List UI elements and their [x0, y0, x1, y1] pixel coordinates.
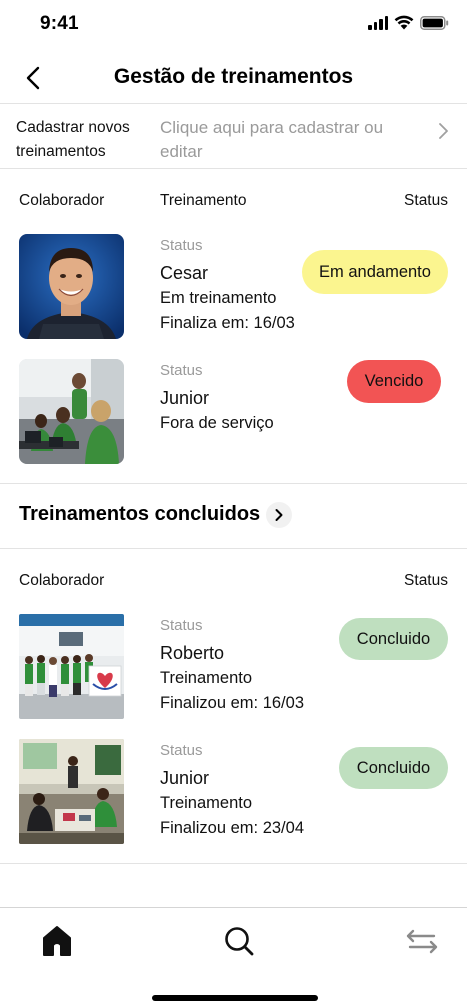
training-state: Treinamento: [160, 669, 253, 687]
tab-transfer[interactable]: [404, 923, 440, 959]
search-icon: [225, 927, 254, 956]
training-info: Status Junior Treinamento Finalizou em: …: [160, 741, 304, 841]
chevron-right-icon: [275, 509, 283, 521]
column-header-status: Status: [404, 572, 448, 589]
status-icons: [368, 15, 449, 30]
collaborator-name: Junior: [160, 388, 210, 408]
column-header-collaborator: Colaborador: [19, 192, 105, 209]
wifi-icon: [394, 15, 414, 30]
training-end-date: Finalizou em: 16/03: [160, 694, 304, 712]
divider: [0, 548, 467, 549]
collaborator-photo: [19, 234, 124, 339]
training-row[interactable]: Status Junior Fora de serviço Vencido: [0, 359, 467, 469]
training-end-date: Finaliza em: 16/03: [160, 314, 295, 332]
cellular-signal-icon: [368, 15, 388, 30]
completed-section-title[interactable]: Treinamentos concluidos: [19, 503, 260, 526]
training-state: Fora de serviço: [160, 414, 274, 432]
divider: [0, 483, 467, 484]
status-badge: Concluido: [339, 618, 448, 660]
training-state: Em treinamento: [160, 289, 277, 307]
home-indicator: [152, 995, 318, 1001]
bottom-tab-bar: [0, 907, 467, 1008]
status-label: Status: [160, 617, 203, 634]
training-state: Treinamento: [160, 794, 253, 812]
swap-arrows-icon: [406, 929, 438, 954]
training-end-date: Finalizou em: 23/04: [160, 819, 304, 837]
status-badge: Em andamento: [302, 250, 448, 294]
tab-home[interactable]: [39, 923, 75, 959]
column-header-training: Treinamento: [160, 192, 247, 209]
training-info: Status Junior Fora de serviço: [160, 361, 274, 436]
collaborator-name: Junior: [160, 768, 210, 788]
status-badge: Concluido: [339, 747, 448, 789]
collaborator-photo: [19, 359, 124, 464]
home-icon: [43, 926, 71, 956]
chevron-right-icon: [439, 123, 448, 139]
collaborator-photo: [19, 739, 124, 844]
status-badge: Vencido: [347, 360, 441, 403]
completed-expand-button[interactable]: [266, 502, 292, 528]
training-info: Status Roberto Treinamento Finalizou em:…: [160, 616, 304, 716]
completed-row[interactable]: Status Junior Treinamento Finalizou em: …: [0, 739, 467, 849]
training-row[interactable]: Status Cesar Em treinamento Finaliza em:…: [0, 234, 467, 344]
column-header-status: Status: [404, 192, 448, 209]
divider: [0, 863, 467, 864]
completed-row[interactable]: Status Roberto Treinamento Finalizou em:…: [0, 614, 467, 724]
collaborator-name: Roberto: [160, 643, 225, 663]
status-label: Status: [160, 742, 203, 759]
register-hint: Clique aqui para cadastrar ou editar: [160, 118, 384, 161]
page-title: Gestão de treinamentos: [113, 65, 354, 88]
register-label: Cadastrar novos treinamentos: [16, 119, 130, 160]
app-header: Gestão de treinamentos: [0, 50, 467, 104]
register-training-row[interactable]: Cadastrar novos treinamentos Clique aqui…: [0, 104, 467, 169]
training-info: Status Cesar Em treinamento Finaliza em:…: [160, 236, 295, 336]
status-bar: 9:41: [0, 0, 467, 50]
collaborator-photo: [19, 614, 124, 719]
column-header-collaborator: Colaborador: [19, 572, 105, 589]
status-label: Status: [160, 237, 203, 254]
status-time: 9:41: [40, 13, 79, 34]
status-label: Status: [160, 362, 203, 379]
collaborator-name: Cesar: [160, 263, 209, 283]
tab-search[interactable]: [221, 923, 257, 959]
battery-icon: [420, 15, 449, 30]
